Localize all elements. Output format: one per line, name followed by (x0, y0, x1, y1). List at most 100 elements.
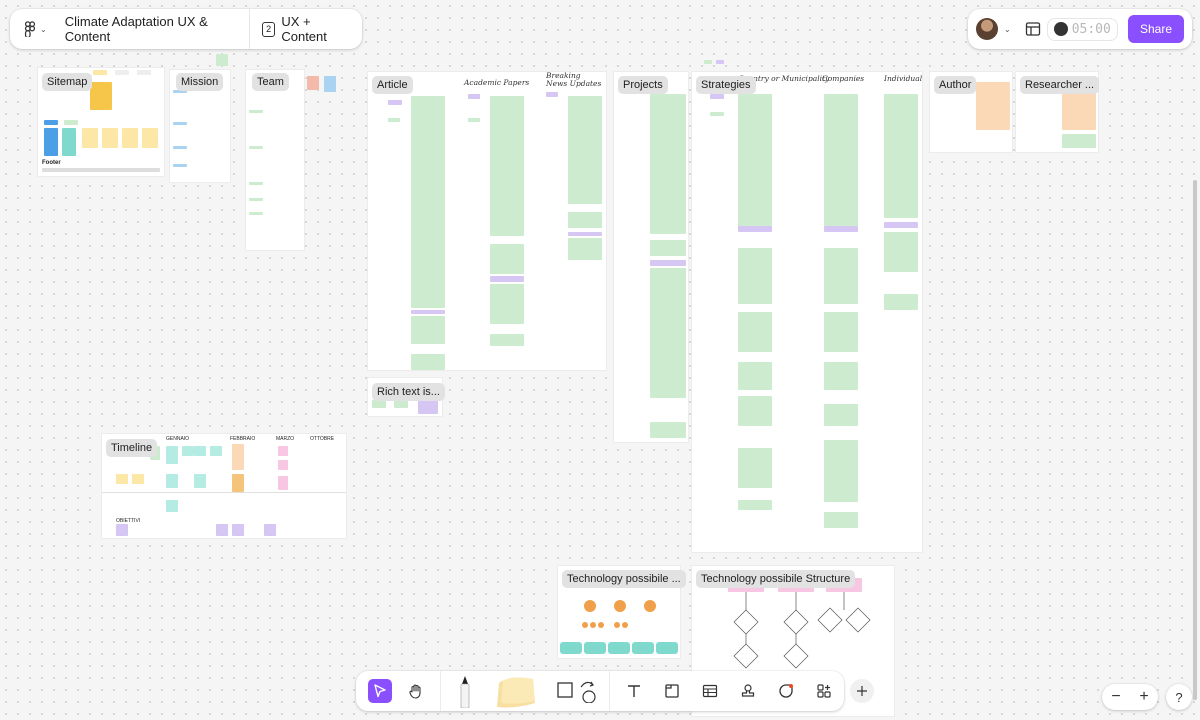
sticky-note[interactable] (411, 96, 445, 286)
sticky-note[interactable] (824, 440, 858, 460)
sticky-note[interactable] (468, 118, 480, 122)
sticky-note[interactable] (468, 94, 480, 99)
sticky-note[interactable] (824, 362, 858, 390)
share-button[interactable]: Share (1127, 15, 1184, 43)
sticky-note[interactable] (738, 362, 772, 390)
sticky-note[interactable] (490, 284, 524, 324)
sticky-note[interactable] (116, 524, 128, 536)
sticky-note[interactable] (738, 312, 772, 352)
section-label-mission[interactable]: Mission (176, 73, 224, 91)
hand-tool[interactable] (404, 679, 428, 703)
sticky-note[interactable] (490, 334, 524, 346)
sticky-note[interactable] (650, 268, 686, 398)
sticky-note[interactable] (650, 240, 686, 256)
sticky-note[interactable] (546, 92, 558, 97)
sticky-note[interactable] (394, 400, 408, 408)
timer[interactable]: 05:00 (1046, 17, 1118, 41)
team-section[interactable] (246, 70, 304, 250)
main-menu-button[interactable]: ⌄ (10, 9, 57, 49)
sticky-note[interactable] (568, 96, 602, 204)
sticky-note[interactable] (232, 474, 244, 492)
section-label-team[interactable]: Team (252, 73, 289, 91)
sticky-note[interactable] (166, 500, 178, 512)
node-circle[interactable] (644, 600, 656, 612)
sticky-note[interactable] (249, 146, 263, 149)
tech-card[interactable] (560, 642, 582, 654)
sticky-note[interactable] (194, 474, 206, 488)
sticky-note[interactable] (216, 54, 228, 66)
sticky-note[interactable] (324, 76, 336, 92)
sticky-note[interactable] (650, 94, 686, 234)
sticky-note[interactable] (884, 94, 918, 214)
sticky-note[interactable] (710, 94, 724, 99)
section-tool[interactable] (660, 679, 684, 703)
sticky-note[interactable] (738, 500, 772, 510)
projects-section[interactable] (614, 72, 688, 442)
sticky-note[interactable] (738, 248, 772, 304)
sticky-note[interactable] (824, 202, 858, 224)
sticky-note[interactable] (716, 60, 724, 64)
sticky-note[interactable] (173, 164, 187, 167)
sticky-note[interactable] (411, 316, 445, 344)
sticky-note[interactable] (738, 448, 772, 488)
sticky-note[interactable] (278, 460, 288, 470)
page-switcher[interactable]: 2 UX + Content (250, 14, 362, 44)
sticky-note[interactable] (115, 70, 129, 75)
sticky-note[interactable] (102, 128, 118, 148)
sticky-note[interactable] (249, 198, 263, 201)
sticky-note[interactable] (568, 212, 602, 228)
avatar[interactable] (976, 18, 998, 40)
node-circle[interactable] (614, 600, 626, 612)
sticky-note[interactable] (232, 444, 244, 470)
sticky-note[interactable] (976, 82, 1010, 130)
node-circle[interactable] (614, 622, 620, 628)
sticky-note[interactable] (62, 128, 76, 156)
text-tool[interactable] (622, 679, 646, 703)
sticky-note[interactable] (44, 128, 58, 156)
move-tool[interactable] (368, 679, 392, 703)
sticky-note[interactable] (122, 128, 138, 148)
tech-card[interactable] (632, 642, 654, 654)
sticky-note[interactable] (249, 110, 263, 113)
strategies-section[interactable]: Country or Municipality Companies Indivi… (692, 72, 922, 552)
sticky-note[interactable] (44, 120, 58, 125)
sticky-note[interactable] (824, 458, 858, 502)
sticky-note[interactable] (824, 404, 858, 426)
sticky-note[interactable] (388, 118, 400, 122)
sticky-note[interactable] (884, 204, 918, 218)
sticky-note[interactable] (738, 226, 772, 232)
file-title[interactable]: Climate Adaptation UX & Content (57, 9, 250, 49)
sticky-note[interactable] (411, 354, 445, 370)
sticky-note[interactable] (173, 146, 187, 149)
sticky-note-tool[interactable] (495, 673, 539, 709)
node-circle[interactable] (582, 622, 588, 628)
tech-card[interactable] (584, 642, 606, 654)
sticky-note[interactable] (210, 446, 222, 456)
more-tool[interactable] (850, 679, 874, 703)
sticky-note[interactable] (884, 222, 918, 228)
sticker-tool[interactable] (774, 679, 798, 703)
section-label-strategies[interactable]: Strategies (696, 76, 756, 94)
chevron-down-icon[interactable]: ⌄ (1004, 25, 1011, 34)
zoom-out-button[interactable]: − (1111, 688, 1120, 706)
article-section[interactable]: Academic Papers Breaking News Updates (368, 72, 606, 370)
help-button[interactable]: ? (1166, 684, 1192, 710)
section-label-timeline[interactable]: Timeline (106, 439, 158, 457)
pen-tool[interactable] (453, 673, 477, 709)
sticky-note[interactable] (738, 396, 772, 426)
sticky-note[interactable] (142, 128, 158, 148)
sticky-note[interactable] (824, 312, 858, 352)
sticky-note[interactable] (307, 76, 319, 90)
sticky-note[interactable] (232, 524, 244, 536)
sticky-note[interactable] (278, 476, 288, 490)
section-label-tech-structure[interactable]: Technology possibile Structure (696, 570, 856, 588)
sticky-note[interactable] (372, 400, 386, 408)
section-label-tech-possible[interactable]: Technology possibile ... (562, 570, 686, 588)
sticky-note[interactable] (411, 264, 445, 308)
sticky-note[interactable] (278, 446, 288, 456)
sticky-note[interactable] (64, 120, 78, 125)
sticky-note[interactable] (568, 238, 602, 260)
section-label-projects[interactable]: Projects (618, 76, 668, 94)
section-label-author[interactable]: Author (934, 76, 977, 94)
tech-card[interactable] (656, 642, 678, 654)
